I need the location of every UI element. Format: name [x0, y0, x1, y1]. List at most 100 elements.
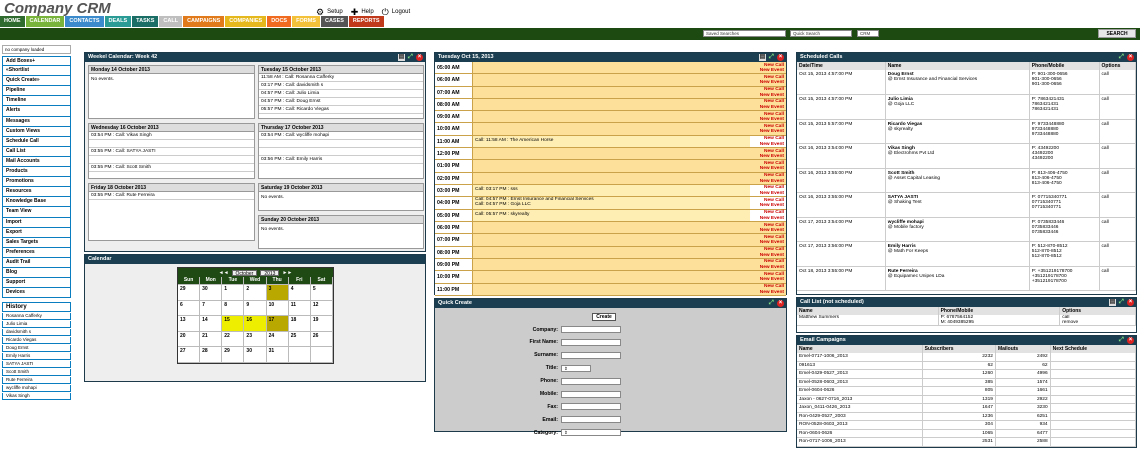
- new-event-link[interactable]: New Event: [750, 203, 784, 209]
- field-select[interactable]: ⇕: [561, 429, 621, 437]
- sidebar-item[interactable]: Products: [2, 167, 71, 178]
- history-item[interactable]: wycliffe mohapi: [2, 385, 71, 393]
- nav-tab-deals[interactable]: DEALS: [104, 16, 133, 27]
- new-event-link[interactable]: New Event: [750, 191, 784, 197]
- nav-tab-home[interactable]: HOME: [0, 16, 26, 27]
- week-event[interactable]: 03:54 PM : Call: Vikas Singh: [89, 132, 254, 140]
- new-event-link[interactable]: New Event: [750, 253, 784, 259]
- table-cell[interactable]: call: [1099, 192, 1137, 218]
- new-event-link[interactable]: New Event: [750, 166, 784, 172]
- calendar-day[interactable]: 3: [266, 285, 289, 301]
- new-event-link[interactable]: New Event: [750, 117, 784, 123]
- calendar-day[interactable]: 29: [222, 347, 245, 363]
- calendar-day[interactable]: 11: [288, 300, 311, 316]
- week-event[interactable]: 04:57 PM : Call: Doug Ernst: [259, 98, 423, 106]
- sidebar-item[interactable]: Preferences: [2, 247, 71, 258]
- day-event[interactable]: Call: 04:57 PM : Goja LLC: [475, 202, 748, 208]
- field-input[interactable]: [561, 351, 621, 359]
- nav-tab-campaigns[interactable]: CAMPAIGNS: [183, 16, 226, 27]
- saved-searches-select[interactable]: Saved Searches: [703, 30, 786, 37]
- new-event-link[interactable]: New Event: [750, 290, 784, 296]
- calendar-day[interactable]: 22: [222, 331, 245, 347]
- calendar-day[interactable]: 23: [244, 331, 267, 347]
- calendar-day[interactable]: 7: [200, 300, 223, 316]
- sidebar-item[interactable]: Quick Create»: [2, 76, 71, 87]
- field-input[interactable]: [561, 338, 621, 346]
- new-event-link[interactable]: New Event: [750, 228, 784, 234]
- sidebar-item[interactable]: Mail Accounts: [2, 156, 71, 168]
- history-item[interactable]: Julio Limia: [2, 321, 71, 329]
- sidebar-item[interactable]: Schedule Call: [2, 136, 71, 147]
- calendar-day[interactable]: 1: [222, 285, 245, 301]
- sidebar-item[interactable]: Sales Targets: [2, 237, 71, 248]
- sidebar-item[interactable]: Knowledge Base: [2, 197, 71, 208]
- table-cell[interactable]: call: [1099, 143, 1137, 169]
- field-select[interactable]: ⇕: [561, 364, 591, 372]
- history-item[interactable]: Emily Harris: [2, 353, 71, 361]
- sidebar-item[interactable]: «Shortlist: [2, 66, 71, 77]
- table-cell[interactable]: call: [1099, 217, 1137, 242]
- field-input[interactable]: [561, 403, 621, 411]
- calendar-day[interactable]: 6: [178, 300, 201, 316]
- close-icon[interactable]: ×: [416, 54, 423, 61]
- table-cell[interactable]: call: [1099, 168, 1137, 193]
- calendar-day[interactable]: 20: [178, 331, 201, 347]
- close-icon[interactable]: ×: [1127, 299, 1134, 306]
- week-event[interactable]: 03:17 PM : Call: davidsmith s: [259, 82, 423, 90]
- close-icon[interactable]: ×: [1127, 337, 1134, 344]
- calendar-day[interactable]: 4: [288, 285, 311, 301]
- table-cell[interactable]: call: [1099, 119, 1137, 144]
- new-event-link[interactable]: New Event: [750, 216, 784, 222]
- new-event-link[interactable]: New Event: [750, 129, 784, 135]
- table-cell[interactable]: call: [1099, 266, 1137, 291]
- sidebar-item[interactable]: Blog: [2, 267, 71, 279]
- sidebar-item[interactable]: Promotions: [2, 177, 71, 188]
- history-item[interactable]: davidsmith s: [2, 329, 71, 337]
- calendar-day[interactable]: 8: [222, 300, 245, 316]
- help-link[interactable]: ✚ Help: [351, 8, 374, 17]
- new-event-link[interactable]: New Event: [750, 154, 784, 160]
- calendar-day[interactable]: 29: [178, 285, 201, 301]
- calendar-day[interactable]: 16: [244, 316, 267, 332]
- nav-tab-companies[interactable]: COMPANIES: [225, 16, 268, 27]
- calendar-day[interactable]: 10: [266, 300, 289, 316]
- expand-icon[interactable]: ⤢: [1118, 337, 1125, 344]
- create-button[interactable]: Create: [592, 313, 616, 321]
- history-item[interactable]: Ricardo Viegas: [2, 337, 71, 345]
- prev-month-button[interactable]: ◄◄: [219, 270, 229, 276]
- month-select[interactable]: October: [231, 269, 258, 277]
- quick-search-input[interactable]: Quick Search: [790, 30, 852, 37]
- setup-link[interactable]: ⚙ Setup: [316, 8, 343, 17]
- expand-icon[interactable]: ⤢: [1118, 54, 1125, 61]
- week-event[interactable]: 03:55 PM : Call: SATYA JASTI: [89, 148, 254, 156]
- expand-icon[interactable]: ⤢: [768, 300, 775, 307]
- sidebar-item[interactable]: Import: [2, 217, 71, 228]
- field-input[interactable]: [561, 416, 621, 424]
- week-event[interactable]: 03:55 PM : Call: Scott Smith: [89, 164, 254, 172]
- year-select[interactable]: 2013: [260, 269, 280, 277]
- calendar-day[interactable]: 31: [266, 347, 289, 363]
- next-month-button[interactable]: ►►: [282, 270, 292, 276]
- table-cell[interactable]: call: [1099, 94, 1137, 120]
- sidebar-item[interactable]: Call List: [2, 146, 71, 157]
- field-input[interactable]: [561, 390, 621, 398]
- nav-tab-cases[interactable]: CASES: [320, 16, 349, 27]
- week-event[interactable]: 03:56 PM : Call: Emily Harris: [259, 156, 423, 164]
- nav-tab-tasks[interactable]: TASKS: [132, 16, 160, 27]
- calendar-day[interactable]: 9: [244, 300, 267, 316]
- calendar-day[interactable]: 13: [178, 316, 201, 332]
- history-item[interactable]: Rute Ferreira: [2, 377, 71, 385]
- close-icon[interactable]: ×: [1127, 54, 1134, 61]
- new-event-link[interactable]: New Event: [750, 265, 784, 271]
- nav-tab-forms[interactable]: FORMS: [292, 16, 321, 27]
- history-item[interactable]: Scott Smith: [2, 369, 71, 377]
- week-event[interactable]: 03:54 PM : Call: wycliffe mohapi: [259, 132, 423, 140]
- calendar-day[interactable]: 2: [244, 285, 267, 301]
- new-event-link[interactable]: New Event: [750, 142, 784, 148]
- field-input[interactable]: [561, 326, 621, 333]
- calendar-day[interactable]: 25: [288, 331, 311, 347]
- field-input[interactable]: [561, 377, 621, 385]
- sidebar-item[interactable]: Alerts: [2, 106, 71, 117]
- calendar-day[interactable]: 12: [310, 300, 333, 316]
- nav-tab-call[interactable]: CALL: [159, 16, 184, 27]
